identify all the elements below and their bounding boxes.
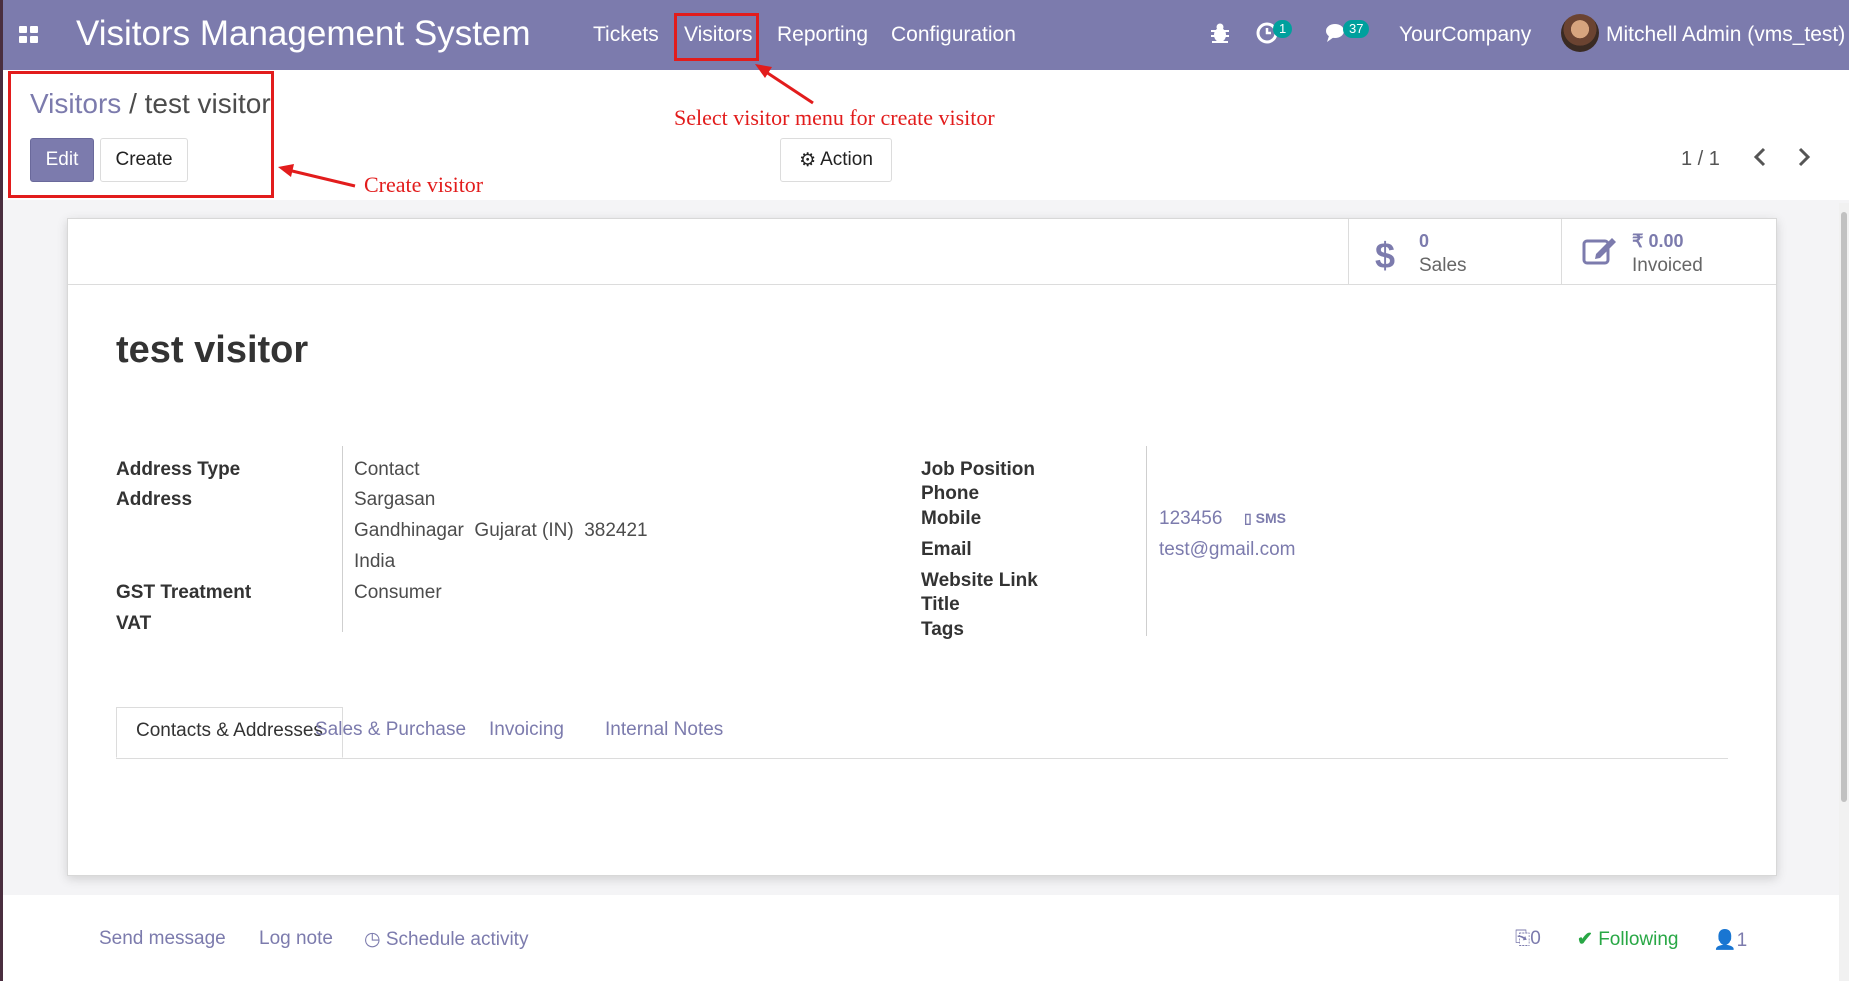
debug-bug-icon[interactable] — [1210, 22, 1230, 50]
pager-value[interactable]: 1 / 1 — [1681, 148, 1720, 171]
tabs-underline — [116, 758, 1728, 759]
label-job-position: Job Position — [921, 459, 1035, 480]
following-label: Following — [1598, 929, 1679, 950]
label-mobile: Mobile — [921, 508, 982, 529]
schedule-activity-label: Schedule activity — [385, 929, 529, 950]
schedule-activity-button[interactable]: ◷ Schedule activity — [364, 928, 528, 951]
sales-label: Sales — [1419, 255, 1467, 276]
user-menu[interactable]: Mitchell Admin (vms_test) — [1606, 23, 1845, 47]
annotation-box-create — [8, 71, 274, 198]
gear-icon: ⚙ — [799, 149, 817, 171]
invoiced-label: Invoiced — [1632, 255, 1703, 276]
clock-icon: ◷ — [364, 929, 381, 950]
annotation-box-visitors-menu — [674, 13, 759, 61]
send-message-button[interactable]: Send message — [99, 928, 226, 950]
tab-sales-purchase[interactable]: Sales & Purchase — [296, 707, 485, 757]
label-phone: Phone — [921, 483, 980, 504]
annotation-visitor-menu-text: Select visitor menu for create visitor — [674, 105, 995, 130]
record-name: test visitor — [116, 329, 309, 371]
label-title: Title — [921, 594, 960, 615]
edit-invoice-icon — [1582, 233, 1618, 276]
activity-count-badge: 1 — [1273, 20, 1293, 38]
form-sheet: $ 0 Sales ₹ 0.00 Invoiced test visitor A… — [67, 218, 1777, 876]
stat-button-box: $ 0 Sales ₹ 0.00 Invoiced — [68, 219, 1776, 285]
sms-label: SMS — [1255, 510, 1286, 526]
label-address-type: Address Type — [116, 459, 241, 480]
action-label: Action — [820, 149, 873, 170]
left-group-divider — [342, 446, 343, 632]
pager-next-icon[interactable] — [1797, 146, 1811, 174]
label-email: Email — [921, 539, 972, 560]
right-group-divider — [1146, 446, 1147, 636]
value-mobile[interactable]: 123456 — [1159, 508, 1222, 530]
menu-reporting[interactable]: Reporting — [777, 23, 868, 47]
label-address: Address — [116, 489, 193, 510]
mobile-phone-icon: ▯ — [1244, 510, 1252, 526]
user-avatar[interactable] — [1561, 14, 1599, 52]
following-button[interactable]: ✔ Following — [1577, 928, 1678, 951]
followers-button[interactable]: 👤1 — [1713, 928, 1747, 952]
value-email[interactable]: test@gmail.com — [1159, 539, 1296, 561]
paperclip-icon: ⎘ — [1515, 928, 1531, 949]
annotation-create-visitor-text: Create visitor — [364, 172, 484, 197]
company-switcher[interactable]: YourCompany — [1399, 23, 1531, 47]
label-vat: VAT — [116, 613, 152, 634]
log-note-button[interactable]: Log note — [259, 928, 333, 950]
menu-tickets[interactable]: Tickets — [593, 23, 659, 47]
value-city-state-zip: Gandhinagar Gujarat (IN) 382421 — [354, 520, 648, 541]
sales-stat-button[interactable]: $ 0 Sales — [1348, 219, 1562, 284]
menu-configuration[interactable]: Configuration — [891, 23, 1016, 47]
action-button[interactable]: ⚙ Action — [780, 138, 892, 182]
pager-previous-icon[interactable] — [1753, 146, 1767, 174]
dollar-icon: $ — [1375, 235, 1396, 276]
apps-menu-icon[interactable] — [19, 26, 39, 44]
label-website-link: Website Link — [921, 570, 1038, 591]
value-country: India — [354, 551, 396, 572]
invoiced-stat-button[interactable]: ₹ 0.00 Invoiced — [1561, 219, 1775, 284]
value-gst-treatment: Consumer — [354, 582, 442, 603]
top-navbar: Visitors Management System Tickets Visit… — [3, 0, 1849, 70]
tab-internal-notes[interactable]: Internal Notes — [586, 707, 742, 757]
follower-count: 1 — [1736, 930, 1748, 951]
label-gst-treatment: GST Treatment — [116, 582, 252, 603]
message-count-badge: 37 — [1343, 20, 1370, 38]
sms-button[interactable]: ▯ SMS — [1244, 510, 1286, 527]
attachment-count: 0 — [1530, 928, 1541, 949]
app-title: Visitors Management System — [76, 14, 531, 53]
sales-count: 0 — [1419, 231, 1430, 251]
invoiced-amount: ₹ 0.00 — [1632, 231, 1684, 251]
value-address-type: Contact — [354, 459, 420, 480]
tab-invoicing[interactable]: Invoicing — [470, 707, 583, 757]
check-icon: ✔ — [1577, 929, 1593, 950]
attachments-button[interactable]: ⎘0 — [1515, 928, 1541, 950]
value-street: Sargasan — [354, 489, 436, 510]
user-icon: 👤 — [1713, 930, 1737, 951]
label-tags: Tags — [921, 619, 964, 640]
scrollbar-thumb[interactable] — [1841, 212, 1847, 802]
